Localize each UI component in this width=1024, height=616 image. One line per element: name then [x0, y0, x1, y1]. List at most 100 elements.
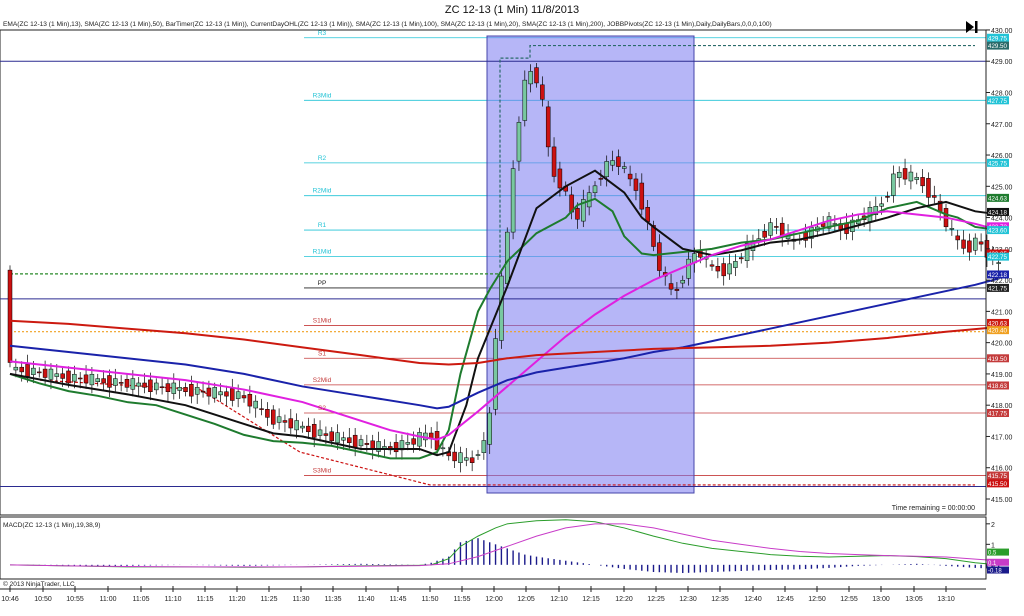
candle-body	[510, 168, 516, 233]
candle-body	[622, 166, 627, 169]
candle-body	[973, 237, 978, 251]
candle-body	[417, 432, 422, 447]
candle-body	[83, 374, 89, 384]
macd-panel	[0, 516, 987, 580]
candle-body	[77, 377, 83, 380]
candle-body	[949, 228, 955, 230]
candle-body	[440, 447, 446, 450]
price-badge-label: 415.75	[988, 473, 1007, 480]
candle-body	[183, 387, 188, 392]
candle-body	[323, 433, 329, 436]
candle-body	[218, 391, 223, 396]
price-badges: 429.75429.50 427.75 425.75 424.63 424.18 423.…	[987, 33, 1009, 488]
indicator-caption: EMA(ZC 12-13 (1 Min),13), SMA(ZC 12-13 (…	[3, 21, 772, 28]
candle-body	[294, 420, 299, 431]
pivot-label: R3Mid	[313, 92, 332, 99]
candle-body	[996, 262, 1001, 264]
copyright: © 2013 NinjaTrader, LLC	[3, 580, 75, 588]
x-tick-label: 11:20	[229, 596, 246, 603]
x-tick-label: 11:30	[293, 596, 310, 603]
pivot-label: S3Mid	[313, 468, 332, 475]
candle-body	[19, 366, 24, 373]
pivot-label: S2	[318, 405, 326, 412]
price-badge-label: 420.40	[988, 328, 1007, 335]
candle-body	[505, 231, 510, 284]
candle-body	[762, 230, 767, 238]
y-tick-label: 425.00	[991, 184, 1013, 191]
x-tick-label: 10:55	[66, 596, 84, 603]
y-tick-label: 429.00	[991, 59, 1013, 66]
candle-body	[271, 409, 276, 425]
y-tick-label: 427.00	[991, 122, 1013, 129]
time-axis: 10:46 10:50 10:55 11:00 11:05 11:10 11:15 11:20…	[0, 586, 986, 603]
candle-body	[118, 382, 124, 384]
candle-body	[341, 437, 346, 441]
candle-body	[686, 258, 691, 279]
candle-body	[639, 182, 645, 210]
candle-body	[101, 378, 106, 384]
chart-canvas: ZC 12-13 (1 Min) 11/8/2013 EMA(ZC 12-13 …	[0, 4, 1013, 603]
candle-body	[902, 168, 908, 180]
price-badge-label: 415.50	[988, 481, 1007, 488]
candle-body	[189, 383, 194, 397]
candle-body	[300, 425, 305, 429]
candle-body	[598, 178, 604, 180]
candle-body	[545, 106, 551, 148]
candle-body	[42, 368, 48, 378]
candle-body	[458, 452, 463, 463]
candle-body	[920, 177, 925, 187]
chart-title: ZC 12-13 (1 Min) 11/8/2013	[445, 4, 579, 16]
x-tick-label: 13:00	[872, 596, 890, 603]
candle-body	[674, 288, 680, 291]
price-badge-label: 417.75	[988, 411, 1007, 418]
candle-body	[165, 383, 171, 392]
candle-body	[528, 71, 533, 85]
candle-body	[522, 79, 528, 121]
x-tick-label: 12:15	[582, 596, 600, 603]
candle-body	[194, 387, 200, 395]
highlight-region[interactable]	[486, 35, 695, 494]
x-tick-label: 11:05	[133, 596, 150, 603]
candle-body	[54, 373, 60, 377]
candle-body	[891, 173, 896, 196]
candle-body	[908, 171, 914, 182]
pivot-label: S1	[318, 350, 326, 357]
candle-body	[48, 368, 54, 380]
x-tick-label: 11:55	[454, 596, 471, 603]
candle-body	[347, 437, 352, 443]
pivot-label: R1	[318, 222, 327, 229]
candle-body	[645, 207, 650, 222]
candle-body	[200, 390, 206, 393]
candle-body	[95, 378, 100, 382]
candle-body	[475, 454, 481, 456]
price-badge-label: 425.75	[988, 160, 1007, 167]
candle-body	[124, 378, 130, 388]
pivot-label: S1Mid	[313, 317, 332, 324]
candle-body	[317, 429, 323, 436]
x-tick-label: 12:30	[679, 596, 697, 603]
x-tick-label: 10:46	[1, 596, 19, 603]
macd-badge-label: 0.5	[988, 551, 997, 557]
pivot-label: R2Mid	[313, 188, 332, 195]
macd-badge-label: 0.1	[988, 561, 997, 567]
candle-body	[60, 373, 65, 379]
candle-body	[774, 226, 779, 228]
candle-body	[154, 382, 159, 391]
x-tick-label: 11:25	[261, 596, 278, 603]
candle-body	[955, 235, 960, 241]
candle-body	[668, 283, 674, 290]
candle-body	[364, 443, 370, 445]
x-tick-label: 12:00	[485, 596, 503, 603]
x-tick-label: 12:35	[711, 596, 729, 603]
price-badge-label: 418.63	[988, 383, 1007, 390]
candle-body	[130, 378, 136, 390]
y-tick-label: 421.00	[991, 309, 1013, 316]
price-badge-label: 422.75	[988, 254, 1007, 261]
candle-body	[66, 370, 71, 384]
x-tick-label: 11:50	[422, 596, 439, 603]
price-badge-label: 424.18	[988, 209, 1007, 216]
candle-body	[352, 434, 358, 448]
candle-body	[469, 457, 475, 463]
x-tick-label: 13:05	[905, 596, 923, 603]
candle-body	[235, 391, 241, 399]
